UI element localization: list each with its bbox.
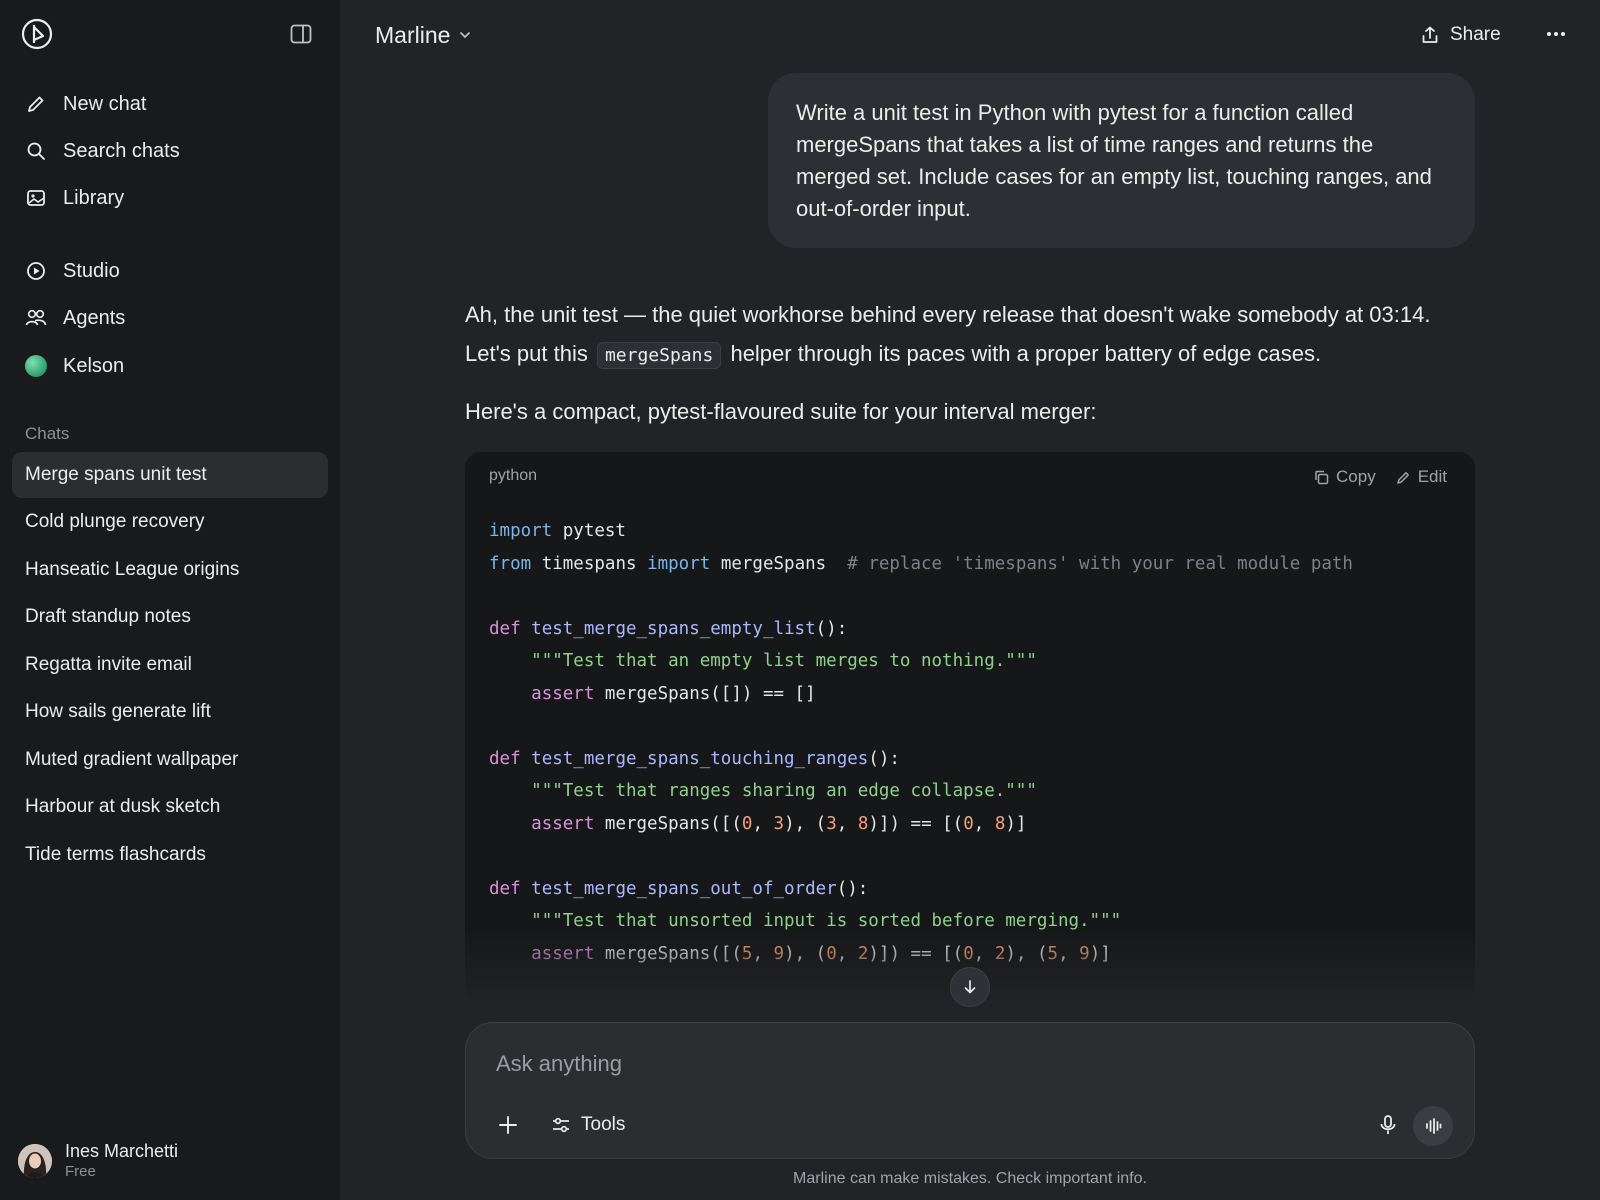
microphone-icon[interactable] <box>1376 1113 1400 1137</box>
code-line: def test_merge_spans_touching_ranges(): <box>489 748 900 769</box>
assistant-paragraph: Here's a compact, pytest-flavoured suite… <box>465 399 1097 424</box>
pencil-icon <box>25 93 47 115</box>
user-profile[interactable]: Ines Marchetti Free <box>18 1138 318 1184</box>
sidebar-item-kelson[interactable]: Kelson <box>0 346 340 386</box>
chats-section-label: Chats <box>25 424 70 443</box>
code-line: def test_merge_spans_empty_list(): <box>489 618 848 639</box>
assistant-message: Ah, the unit test — the quiet workhorse … <box>465 295 1475 431</box>
sliders-icon <box>553 1117 569 1133</box>
code-line: """Test that ranges sharing an edge coll… <box>531 781 1037 801</box>
chat-item-regatta[interactable]: Regatta invite email <box>12 642 328 688</box>
arrow-down-icon <box>964 980 976 994</box>
sidebar: New chat Search chats Library Studio Age… <box>0 0 340 1200</box>
code-line: assert mergeSpans([]) == [] <box>531 683 816 704</box>
code-line: """Test that an empty list merges to not… <box>531 651 1037 671</box>
sidebar-item-label: Search chats <box>63 139 180 162</box>
scroll-to-bottom-button[interactable] <box>950 967 990 1007</box>
chat-item-cold-plunge[interactable]: Cold plunge recovery <box>12 499 328 545</box>
green-orb-icon <box>25 355 47 377</box>
copy-code-button[interactable]: Copy <box>1314 467 1376 487</box>
more-options-icon[interactable] <box>1544 24 1568 44</box>
share-button[interactable]: Share <box>1420 18 1501 52</box>
app-logo-icon[interactable] <box>21 18 53 50</box>
sidebar-item-new-chat[interactable]: New chat <box>0 84 340 124</box>
user-name: Ines Marchetti <box>65 1141 179 1161</box>
chat-item-tide-flashcards[interactable]: Tide terms flashcards <box>12 832 328 878</box>
sidebar-item-label: Library <box>63 186 125 209</box>
chat-item-merge-spans[interactable]: Merge spans unit test <box>12 452 328 498</box>
chat-item-harbour-sketch[interactable]: Harbour at dusk sketch <box>12 784 328 830</box>
copy-label: Copy <box>1336 467 1376 486</box>
play-circle-icon <box>25 260 47 282</box>
user-message-bubble: Write a unit test in Python with pytest … <box>768 73 1475 248</box>
edit-label: Edit <box>1417 467 1447 486</box>
code-block: python Copy Edit import pytest from times… <box>465 452 1475 1000</box>
chat-item-hanseatic[interactable]: Hanseatic League origins <box>12 547 328 593</box>
sidebar-item-library[interactable]: Library <box>0 178 340 218</box>
code-content: import pytest from timespans import merge… <box>489 515 1353 970</box>
composer: Tools <box>465 1022 1475 1159</box>
prompt-input[interactable] <box>496 1047 1396 1081</box>
voice-mode-button[interactable] <box>1413 1106 1453 1146</box>
tools-button[interactable]: Tools <box>551 1111 625 1139</box>
model-name: Marline <box>375 21 451 48</box>
add-attachment-icon[interactable] <box>496 1113 520 1137</box>
edit-code-button[interactable]: Edit <box>1396 467 1447 487</box>
code-line: from timespans import mergeSpans # repla… <box>489 553 1353 574</box>
assistant-text: helper through its paces with a proper b… <box>730 341 1322 366</box>
image-icon <box>25 187 47 209</box>
chat-item-gradient[interactable]: Muted gradient wallpaper <box>12 737 328 783</box>
code-language-label: python <box>489 467 538 484</box>
code-line: import pytest <box>489 521 626 541</box>
sidebar-item-label: Studio <box>63 259 120 282</box>
disclaimer-text: Marline can make mistakes. Check importa… <box>793 1170 1147 1187</box>
sidebar-toggle-icon[interactable] <box>290 24 312 44</box>
sidebar-item-search-chats[interactable]: Search chats <box>0 131 340 171</box>
pencil-icon <box>1396 471 1409 484</box>
code-line: def test_merge_spans_out_of_order(): <box>489 878 869 899</box>
waveform-icon <box>1426 1118 1442 1134</box>
chevron-down-icon <box>460 32 471 39</box>
code-line: assert mergeSpans([(0, 3), (3, 8)]) == [… <box>531 813 1027 834</box>
inline-code: mergeSpans <box>596 342 722 369</box>
model-selector[interactable]: Marline <box>375 18 472 52</box>
user-plan: Free <box>65 1163 96 1180</box>
chat-item-standup-notes[interactable]: Draft standup notes <box>12 594 328 640</box>
sidebar-item-studio[interactable]: Studio <box>0 251 340 291</box>
search-icon <box>25 140 47 162</box>
chat-item-sails-lift[interactable]: How sails generate lift <box>12 689 328 735</box>
sidebar-item-label: Kelson <box>63 354 125 377</box>
sidebar-item-agents[interactable]: Agents <box>0 298 340 338</box>
users-icon <box>25 307 47 329</box>
share-icon <box>1422 26 1438 43</box>
sidebar-item-label: New chat <box>63 92 147 115</box>
avatar <box>18 1144 52 1178</box>
share-label: Share <box>1450 24 1501 45</box>
tools-label: Tools <box>581 1114 626 1135</box>
assistant-paragraph: Ah, the unit test — the quiet workhorse … <box>465 295 1475 375</box>
sidebar-item-label: Agents <box>63 306 126 329</box>
copy-icon <box>1315 470 1329 484</box>
